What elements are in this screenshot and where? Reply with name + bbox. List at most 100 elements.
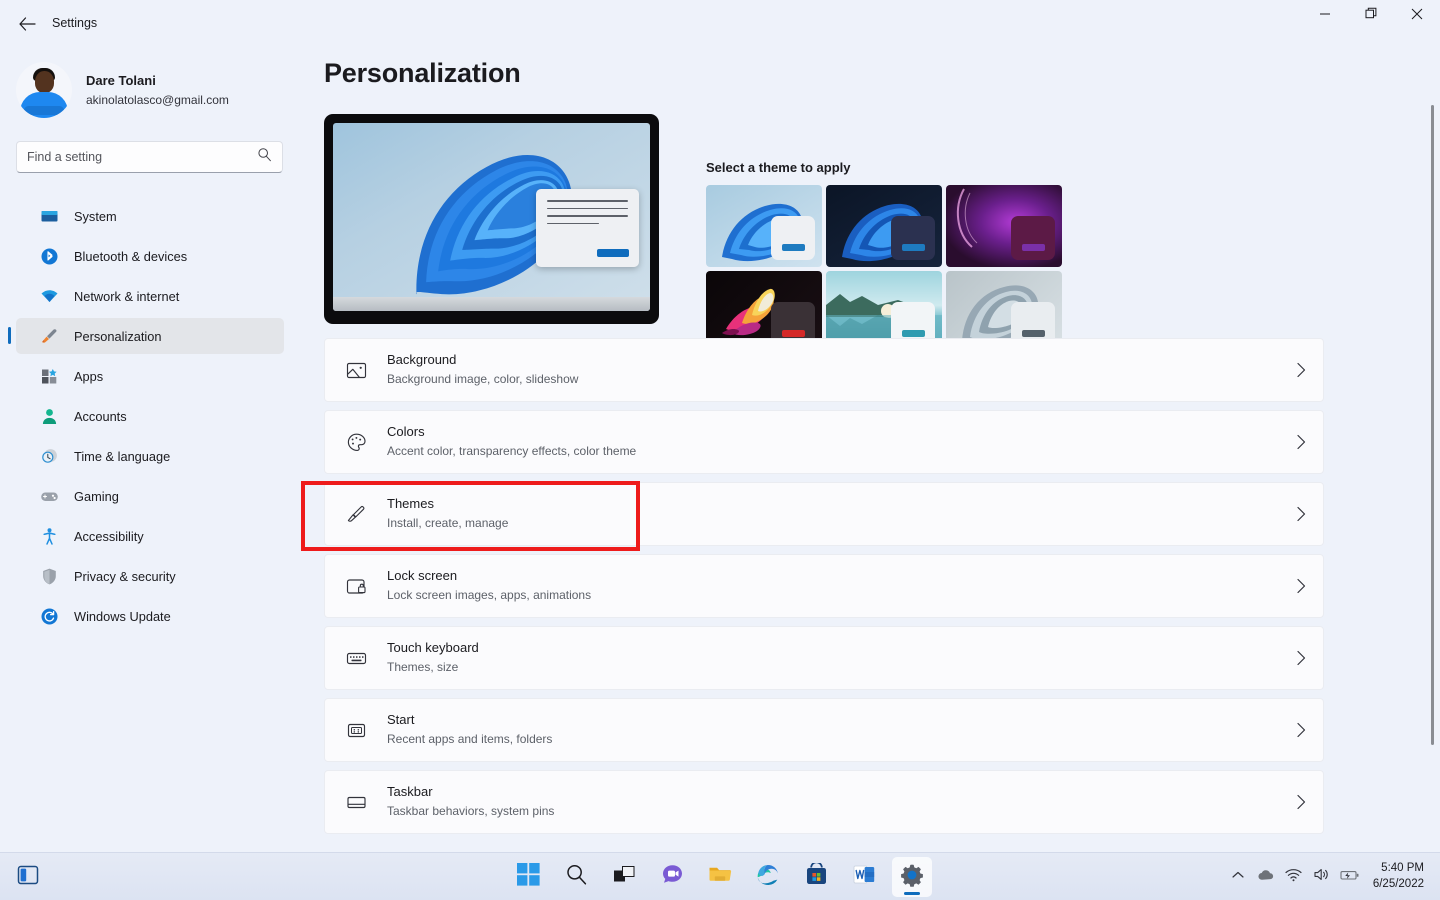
word-button[interactable] bbox=[844, 857, 884, 897]
taskbar: 5:40 PM 6/25/2022 bbox=[0, 852, 1440, 900]
paintbrush-icon bbox=[38, 327, 60, 346]
theme-accent-swatch bbox=[1021, 244, 1045, 251]
chevron-right-icon[interactable] bbox=[1279, 794, 1323, 810]
settings-row-colors[interactable]: Colors Accent color, transparency effect… bbox=[324, 410, 1324, 474]
onedrive-button[interactable] bbox=[1253, 860, 1279, 894]
microsoft-store-button[interactable] bbox=[796, 857, 836, 897]
sidebar-item-bluetooth-devices[interactable]: Bluetooth & devices bbox=[16, 238, 284, 274]
chevron-right-icon[interactable] bbox=[1279, 578, 1323, 594]
battery-charging-icon bbox=[1340, 868, 1360, 887]
row-subtitle: Background image, color, slideshow bbox=[387, 372, 579, 387]
keyboard-icon bbox=[325, 648, 387, 669]
sidebar-item-windows-update[interactable]: Windows Update bbox=[16, 598, 284, 634]
chat-video-icon bbox=[661, 863, 684, 891]
settings-row-start[interactable]: Start Recent apps and items, folders bbox=[324, 698, 1324, 762]
sidebar-item-system[interactable]: System bbox=[16, 198, 284, 234]
settings-row-themes[interactable]: Themes Install, create, manage bbox=[324, 482, 1324, 546]
sidebar-item-network-internet[interactable]: Network & internet bbox=[16, 278, 284, 314]
sidebar-nav: System Bluetooth & devices Network & int… bbox=[0, 198, 300, 638]
chevron-right-icon[interactable] bbox=[1279, 362, 1323, 378]
word-icon bbox=[853, 863, 875, 891]
file-explorer-button[interactable] bbox=[700, 857, 740, 897]
start-button[interactable] bbox=[508, 857, 548, 897]
close-button[interactable] bbox=[1394, 0, 1440, 32]
clock-icon bbox=[38, 447, 60, 466]
restore-button[interactable] bbox=[1348, 0, 1394, 32]
sidebar-item-time-language[interactable]: Time & language bbox=[16, 438, 284, 474]
theme-window-mock bbox=[771, 216, 815, 260]
back-arrow-icon bbox=[18, 17, 36, 31]
gamepad-icon bbox=[38, 487, 60, 506]
page-title: Personalization bbox=[324, 58, 521, 88]
picture-icon bbox=[325, 360, 387, 381]
chat-button[interactable] bbox=[652, 857, 692, 897]
sidebar-item-label: Accounts bbox=[74, 408, 127, 424]
settings-row-taskbar[interactable]: Taskbar Taskbar behaviors, system pins bbox=[324, 770, 1324, 834]
search-icon bbox=[257, 147, 272, 167]
sidebar-item-gaming[interactable]: Gaming bbox=[16, 478, 284, 514]
windows-logo-icon bbox=[516, 863, 540, 891]
network-button[interactable] bbox=[1281, 860, 1307, 894]
search-box[interactable] bbox=[16, 141, 283, 173]
preview-accent-button bbox=[597, 249, 629, 258]
shield-icon bbox=[38, 567, 60, 586]
chevron-right-icon[interactable] bbox=[1279, 506, 1323, 522]
task-view-icon bbox=[613, 863, 636, 891]
clock[interactable]: 5:40 PM 6/25/2022 bbox=[1365, 861, 1428, 892]
row-subtitle: Themes, size bbox=[387, 660, 459, 675]
volume-button[interactable] bbox=[1309, 860, 1335, 894]
settings-row-touch-keyboard[interactable]: Touch keyboard Themes, size bbox=[324, 626, 1324, 690]
clock-date: 6/25/2022 bbox=[1372, 878, 1424, 890]
theme-accent-swatch bbox=[781, 330, 805, 337]
themes-heading: Select a theme to apply bbox=[706, 160, 851, 175]
taskbar-apps bbox=[508, 857, 932, 897]
folder-icon bbox=[708, 863, 732, 891]
wifi-icon bbox=[1285, 868, 1302, 887]
widgets-button[interactable] bbox=[12, 861, 44, 893]
back-button[interactable] bbox=[8, 8, 46, 40]
window-title: Settings bbox=[52, 16, 98, 30]
sidebar-item-apps[interactable]: Apps bbox=[16, 358, 284, 394]
settings-button[interactable] bbox=[892, 857, 932, 897]
lock-screen-icon bbox=[325, 576, 387, 597]
chevron-right-icon[interactable] bbox=[1279, 650, 1323, 666]
search-input[interactable] bbox=[27, 150, 251, 164]
theme-thumb-glow-purple[interactable] bbox=[946, 185, 1062, 267]
row-subtitle: Lock screen images, apps, animations bbox=[387, 588, 592, 603]
sidebar-item-accounts[interactable]: Accounts bbox=[16, 398, 284, 434]
settings-window: Settings Dare Tolani akinolatolasco@gmai… bbox=[0, 0, 1440, 900]
minimize-button[interactable] bbox=[1302, 0, 1348, 32]
battery-button[interactable] bbox=[1337, 860, 1363, 894]
sidebar-item-privacy-security[interactable]: Privacy & security bbox=[16, 558, 284, 594]
theme-thumb-windows-dark[interactable] bbox=[826, 185, 942, 267]
wifi-icon bbox=[38, 287, 60, 306]
title-bar: Settings bbox=[0, 0, 1440, 48]
preview-screen bbox=[333, 123, 650, 311]
themes-grid bbox=[706, 185, 1066, 353]
sidebar-item-personalization[interactable]: Personalization bbox=[8, 318, 284, 354]
user-profile[interactable]: Dare Tolani akinolatolasco@gmail.com bbox=[16, 62, 229, 118]
settings-row-background[interactable]: Background Background image, color, slid… bbox=[324, 338, 1324, 402]
sidebar: Dare Tolani akinolatolasco@gmail.com Sys… bbox=[0, 48, 300, 852]
gear-icon bbox=[900, 863, 924, 892]
chevron-right-icon[interactable] bbox=[1279, 722, 1323, 738]
theme-thumb-windows-light[interactable] bbox=[706, 185, 822, 267]
preview-taskbar bbox=[333, 297, 650, 311]
sidebar-item-label: Network & internet bbox=[74, 288, 180, 304]
update-refresh-icon bbox=[38, 607, 60, 626]
settings-row-lock-screen[interactable]: Lock screen Lock screen images, apps, an… bbox=[324, 554, 1324, 618]
edge-button[interactable] bbox=[748, 857, 788, 897]
sidebar-item-label: Privacy & security bbox=[74, 568, 176, 584]
task-view-button[interactable] bbox=[604, 857, 644, 897]
content-scrollbar[interactable] bbox=[1431, 105, 1434, 745]
bluetooth-icon bbox=[38, 247, 60, 266]
sidebar-item-accessibility[interactable]: Accessibility bbox=[16, 518, 284, 554]
search-button[interactable] bbox=[556, 857, 596, 897]
sidebar-item-label: Gaming bbox=[74, 488, 119, 504]
widgets-icon bbox=[17, 864, 39, 891]
theme-accent-swatch bbox=[1021, 330, 1045, 337]
chevron-up-icon bbox=[1231, 868, 1245, 887]
chevron-right-icon[interactable] bbox=[1279, 434, 1323, 450]
show-hidden-icons-button[interactable] bbox=[1225, 860, 1251, 894]
palette-icon bbox=[325, 432, 387, 453]
